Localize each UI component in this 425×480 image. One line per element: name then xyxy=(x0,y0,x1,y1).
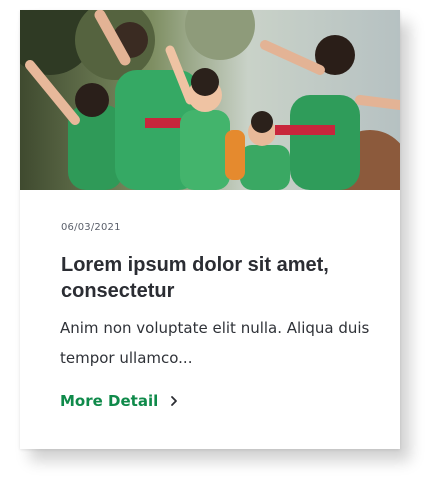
more-detail-label: More Detail xyxy=(60,392,159,410)
children-dancing-photo xyxy=(20,10,400,190)
more-detail-link[interactable]: More Detail xyxy=(60,392,180,410)
chevron-right-icon xyxy=(171,396,178,406)
post-date: 06/03/2021 xyxy=(61,222,121,233)
card-title[interactable]: Lorem ipsum dolor sit amet, consectetur xyxy=(61,252,381,304)
card-excerpt: Anim non voluptate elit nulla. Aliqua du… xyxy=(60,319,370,367)
news-card: 06/03/2021 Lorem ipsum dolor sit amet, c… xyxy=(20,10,400,449)
card-image[interactable] xyxy=(20,10,400,190)
